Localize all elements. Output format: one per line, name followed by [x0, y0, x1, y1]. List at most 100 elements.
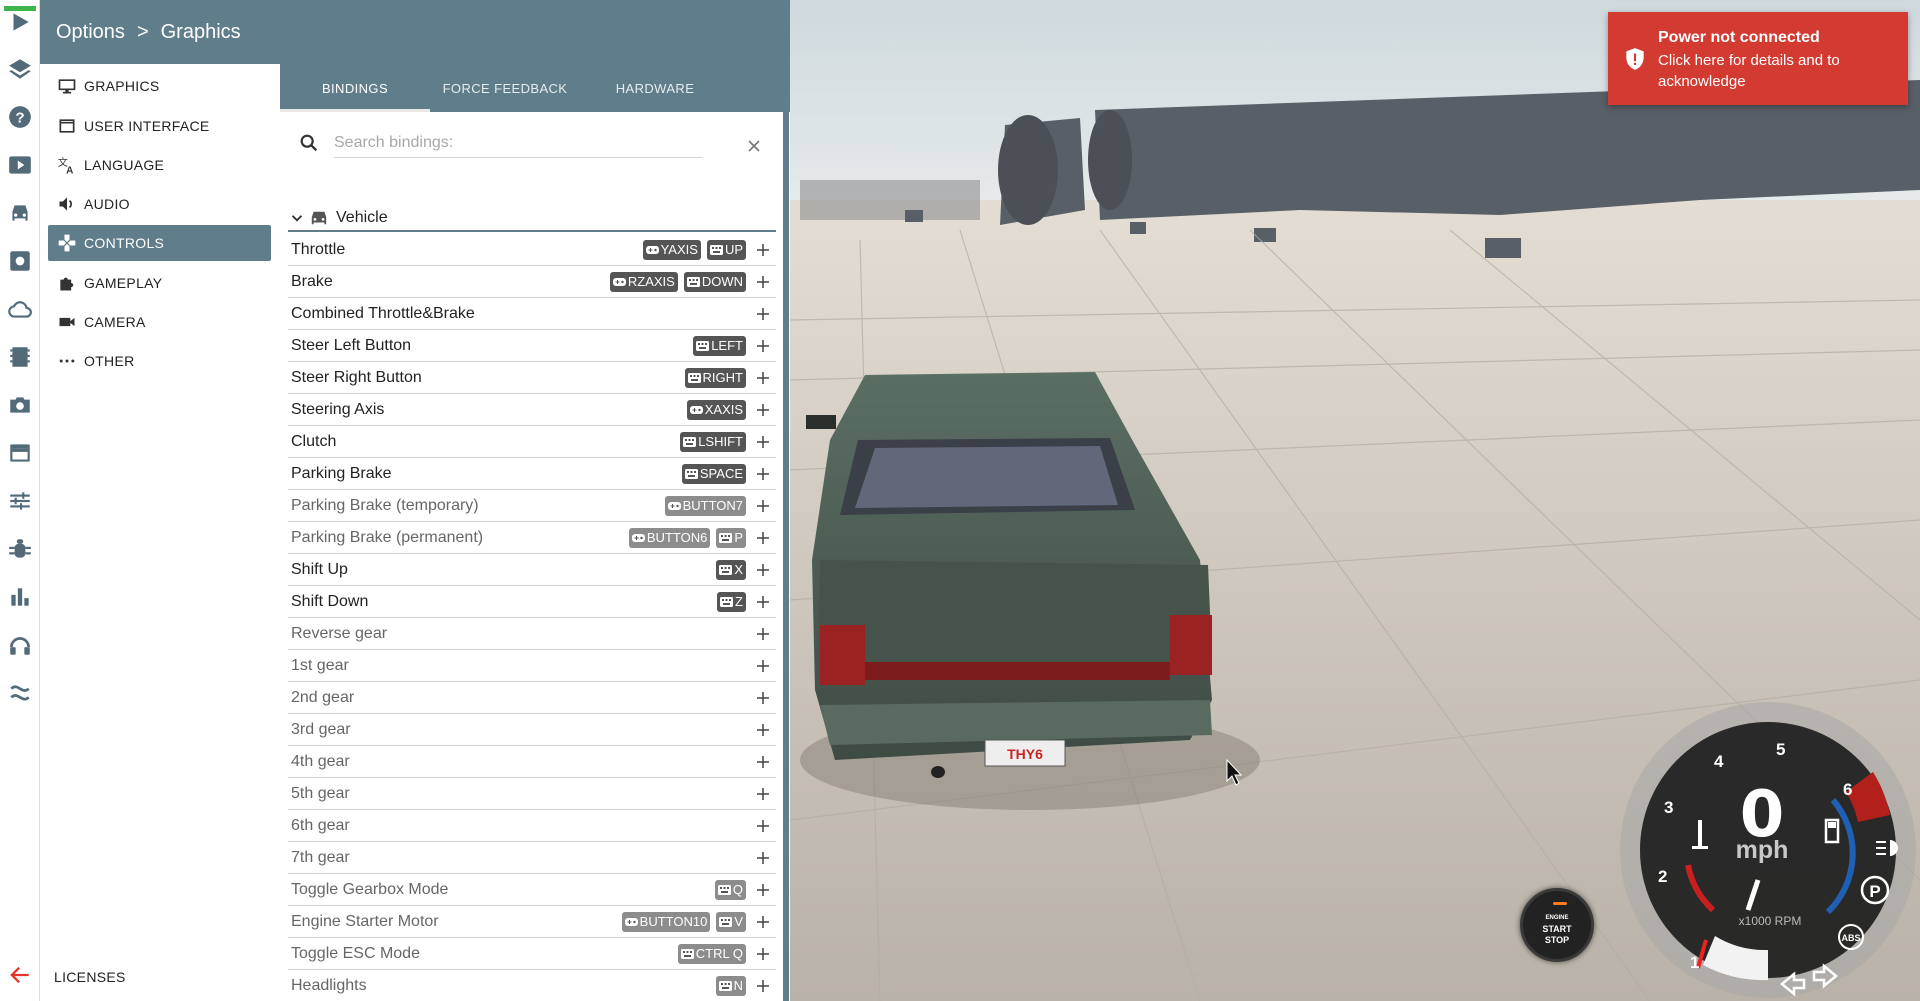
search-input[interactable] [334, 128, 702, 158]
bar-chart-icon[interactable] [4, 579, 36, 615]
key-binding-chip[interactable]: LEFT [693, 335, 746, 356]
add-binding-icon[interactable] [754, 785, 772, 803]
add-binding-icon[interactable] [754, 433, 772, 451]
add-binding-icon[interactable] [754, 945, 772, 963]
key-binding-chip[interactable]: DOWN [683, 271, 746, 292]
close-icon[interactable] [744, 136, 764, 156]
category-user-interface[interactable]: USER INTERFACE [48, 108, 271, 144]
binding-row[interactable]: Steering Axis XAXIS [288, 394, 776, 426]
category-graphics[interactable]: GRAPHICS [48, 68, 271, 104]
category-controls[interactable]: CONTROLS [48, 225, 271, 261]
headphones-icon[interactable] [4, 627, 36, 663]
binding-row[interactable]: Combined Throttle&Brake [288, 298, 776, 330]
key-binding-chip[interactable]: X [716, 559, 746, 580]
binding-row[interactable]: Reverse gear [288, 618, 776, 650]
key-binding-chip[interactable]: CTRL Q [677, 943, 746, 964]
add-binding-icon[interactable] [754, 593, 772, 611]
add-binding-icon[interactable] [754, 913, 772, 931]
add-binding-icon[interactable] [754, 657, 772, 675]
binding-row[interactable]: Shift Down Z [288, 586, 776, 618]
key-binding-chip[interactable]: Z [717, 591, 746, 612]
binding-group-header[interactable]: Vehicle [288, 206, 776, 232]
layers-icon[interactable] [4, 51, 36, 87]
tab-hardware[interactable]: HARDWARE [580, 64, 730, 112]
add-binding-icon[interactable] [754, 497, 772, 515]
key-binding-chip[interactable]: UP [706, 239, 746, 260]
binding-row[interactable]: 7th gear [288, 842, 776, 874]
add-binding-icon[interactable] [754, 849, 772, 867]
binding-row[interactable]: 6th gear [288, 810, 776, 842]
binding-row[interactable]: Clutch LSHIFT [288, 426, 776, 458]
key-binding-chip[interactable]: XAXIS [686, 399, 746, 420]
bug-icon[interactable] [4, 531, 36, 567]
gear-box-icon[interactable] [4, 243, 36, 279]
binding-row[interactable]: 5th gear [288, 778, 776, 810]
breadcrumb-section[interactable]: Options [56, 21, 125, 44]
window-icon[interactable] [4, 435, 36, 471]
add-binding-icon[interactable] [754, 305, 772, 323]
add-binding-icon[interactable] [754, 625, 772, 643]
binding-row[interactable]: 3rd gear [288, 714, 776, 746]
key-binding-chip[interactable]: YAXIS [642, 239, 701, 260]
add-binding-icon[interactable] [754, 369, 772, 387]
sliders-icon[interactable] [4, 483, 36, 519]
add-binding-icon[interactable] [754, 465, 772, 483]
key-binding-chip[interactable]: BUTTON6 [628, 527, 711, 548]
add-binding-icon[interactable] [754, 401, 772, 419]
add-binding-icon[interactable] [754, 561, 772, 579]
key-binding-chip[interactable]: RZAXIS [609, 271, 678, 292]
film-strip-icon[interactable] [4, 339, 36, 375]
cloud-icon[interactable] [4, 291, 36, 327]
binding-row[interactable]: Headlights N [288, 970, 776, 1001]
add-binding-icon[interactable] [754, 977, 772, 995]
bindings-scrollbar[interactable] [783, 112, 789, 1001]
binding-row[interactable]: Parking Brake SPACE [288, 458, 776, 490]
key-binding-chip[interactable]: SPACE [681, 463, 746, 484]
binding-row[interactable]: 2nd gear [288, 682, 776, 714]
binding-row[interactable]: 4th gear [288, 746, 776, 778]
key-binding-chip[interactable]: N [715, 975, 746, 996]
add-binding-icon[interactable] [754, 817, 772, 835]
licenses-link[interactable]: LICENSES [54, 969, 126, 985]
add-binding-icon[interactable] [754, 881, 772, 899]
binding-row[interactable]: Throttle YAXIS UP [288, 234, 776, 266]
category-other[interactable]: OTHER [48, 343, 271, 379]
add-binding-icon[interactable] [754, 529, 772, 547]
tab-bindings[interactable]: BINDINGS [280, 64, 430, 112]
binding-row[interactable]: 1st gear [288, 650, 776, 682]
key-binding-chip[interactable]: LSHIFT [680, 431, 746, 452]
binding-row[interactable]: Toggle ESC Mode CTRL Q [288, 938, 776, 970]
key-binding-chip[interactable]: RIGHT [684, 367, 746, 388]
category-audio[interactable]: AUDIO [48, 186, 271, 222]
binding-row[interactable]: Steer Right Button RIGHT [288, 362, 776, 394]
arrow-back-icon[interactable] [4, 957, 36, 993]
binding-row[interactable]: Steer Left Button LEFT [288, 330, 776, 362]
power-notification[interactable]: Power not connected Click here for detai… [1608, 12, 1908, 105]
car-icon[interactable] [4, 195, 36, 231]
binding-row[interactable]: Brake RZAXIS DOWN [288, 266, 776, 298]
play-icon[interactable] [4, 4, 36, 40]
route-icon[interactable] [4, 675, 36, 711]
add-binding-icon[interactable] [754, 337, 772, 355]
add-binding-icon[interactable] [754, 689, 772, 707]
category-language[interactable]: 文A LANGUAGE [48, 147, 271, 183]
help-icon[interactable]: ? [4, 99, 36, 135]
add-binding-icon[interactable] [754, 721, 772, 739]
category-camera[interactable]: CAMERA [48, 304, 271, 340]
binding-row[interactable]: Parking Brake (temporary) BUTTON7 [288, 490, 776, 522]
key-binding-chip[interactable]: BUTTON10 [621, 911, 711, 932]
add-binding-icon[interactable] [754, 241, 772, 259]
key-binding-chip[interactable]: P [716, 527, 746, 548]
engine-start-stop-button[interactable]: ENGINE START STOP [1520, 888, 1594, 962]
camera-icon[interactable] [4, 387, 36, 423]
category-gameplay[interactable]: GAMEPLAY [48, 265, 271, 301]
scrollbar-thumb[interactable] [783, 112, 789, 1001]
key-binding-chip[interactable]: V [716, 911, 746, 932]
key-binding-chip[interactable]: BUTTON7 [664, 495, 746, 516]
binding-row[interactable]: Toggle Gearbox Mode Q [288, 874, 776, 906]
film-play-icon[interactable] [4, 147, 36, 183]
binding-row[interactable]: Parking Brake (permanent) BUTTON6 P [288, 522, 776, 554]
key-binding-chip[interactable]: Q [714, 879, 746, 900]
binding-row[interactable]: Shift Up X [288, 554, 776, 586]
tab-force-feedback[interactable]: FORCE FEEDBACK [430, 64, 580, 112]
